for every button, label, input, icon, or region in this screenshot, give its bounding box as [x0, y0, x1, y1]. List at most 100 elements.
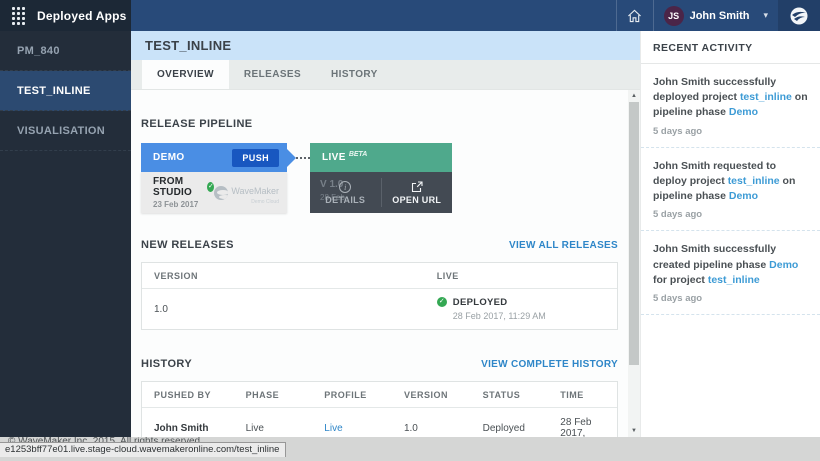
section-title: RELEASE PIPELINE: [141, 118, 253, 130]
section-title: HISTORY: [141, 358, 192, 370]
activity-phase-link[interactable]: Demo: [729, 190, 758, 202]
topbar-right-cluster: JS John Smith ▾: [616, 0, 820, 31]
live-phase-header: LIVE BETA: [310, 143, 452, 172]
activity-project-link[interactable]: test_inline: [728, 175, 780, 187]
column-header-version: VERSION: [142, 271, 425, 281]
open-url-button[interactable]: OPEN URL: [382, 172, 453, 213]
open-url-icon: [411, 181, 423, 193]
activity-text: John Smith successfully deployed project…: [653, 75, 808, 121]
activity-phase-link[interactable]: Demo: [729, 106, 758, 118]
top-bar: Deployed Apps JS John Smith ▾: [0, 0, 820, 31]
main-content: TEST_INLINE OVERVIEW RELEASES HISTORY RE…: [131, 31, 640, 437]
activity-project-link[interactable]: test_inline: [740, 91, 792, 103]
recent-activity-panel: RECENT ACTIVITY John Smith successfully …: [640, 31, 820, 437]
brand-area: Deployed Apps: [0, 0, 131, 31]
activity-text-mid: for project: [653, 274, 708, 286]
info-icon: i: [339, 181, 351, 193]
activity-timestamp: 5 days ago: [653, 126, 808, 137]
column-header-time: TIME: [548, 390, 617, 400]
release-version: 1.0: [142, 304, 425, 315]
demo-phase-header: DEMO PUSH: [141, 143, 287, 172]
wavemaker-watermark: WaveMaker Demo Cloud: [214, 181, 279, 205]
section-title: NEW RELEASES: [141, 239, 234, 251]
history-status: Deployed: [471, 423, 549, 434]
details-label: DETAILS: [325, 195, 365, 205]
column-header-pushed-by: PUSHED BY: [142, 390, 234, 400]
bottom-strip: © WaveMaker Inc, 2015. All rights reserv…: [0, 437, 820, 461]
activity-phase-link[interactable]: Demo: [769, 259, 798, 271]
sidebar-item-label: VISUALISATION: [17, 125, 105, 137]
from-studio-label: FROM STUDIO: [153, 176, 202, 198]
column-header-profile: PROFILE: [312, 390, 392, 400]
vertical-scrollbar[interactable]: ▲ ▼: [628, 90, 640, 437]
release-pipeline: DEMO PUSH FROM STUDIO ✓ 23 Feb 2017: [141, 143, 628, 213]
table-header-row: VERSION LIVE: [142, 263, 617, 289]
user-menu[interactable]: JS John Smith ▾: [654, 0, 778, 31]
scrollbar-thumb[interactable]: [629, 102, 639, 365]
column-header-version: VERSION: [392, 390, 471, 400]
sidebar-item-label: PM_840: [17, 45, 60, 57]
sidebar: PM_840 TEST_INLINE VISUALISATION: [0, 31, 131, 437]
activity-text: John Smith successfully created pipeline…: [653, 242, 808, 288]
activity-project-link[interactable]: test_inline: [708, 274, 760, 286]
app-title: Deployed Apps: [37, 9, 127, 23]
wavemaker-logo-icon: [778, 0, 820, 31]
watermark-name: WaveMaker: [231, 186, 279, 196]
open-url-label: OPEN URL: [392, 195, 441, 205]
release-live-status: ✓ DEPLOYED 28 Feb 2017, 11:29 AM: [425, 297, 617, 321]
recent-activity-title: RECENT ACTIVITY: [641, 31, 820, 64]
sidebar-item-pm-840[interactable]: PM_840: [0, 31, 131, 71]
deployed-label: DEPLOYED: [453, 297, 546, 308]
new-releases-header: NEW RELEASES VIEW ALL RELEASES: [141, 239, 618, 251]
table-row: John Smith Live Live 1.0 Deployed 28 Feb…: [142, 408, 617, 437]
history-profile-link[interactable]: Live: [312, 423, 392, 434]
new-releases-table: VERSION LIVE 1.0 ✓ DEPLOYED 28 Feb 2017,…: [141, 262, 618, 330]
view-complete-history-link[interactable]: VIEW COMPLETE HISTORY: [481, 359, 618, 370]
demo-deploy-date: 23 Feb 2017: [153, 200, 214, 209]
history-table: PUSHED BY PHASE PROFILE VERSION STATUS T…: [141, 381, 618, 437]
live-phase-body: V 1.0 28 Feb i DETAILS OPEN URL: [310, 172, 452, 213]
history-pushed-by: John Smith: [142, 423, 234, 434]
activity-item: John Smith requested to deploy project t…: [641, 148, 820, 232]
phase-name: DEMO: [153, 152, 185, 163]
tab-bar: OVERVIEW RELEASES HISTORY: [131, 60, 640, 90]
demo-phase-card: DEMO PUSH FROM STUDIO ✓ 23 Feb 2017: [141, 143, 287, 213]
table-header-row: PUSHED BY PHASE PROFILE VERSION STATUS T…: [142, 382, 617, 408]
chevron-down-icon: ▾: [763, 10, 768, 21]
scroll-up-icon[interactable]: ▲: [628, 90, 640, 102]
page-title: TEST_INLINE: [131, 31, 640, 60]
phase-name: LIVE: [322, 152, 346, 163]
sidebar-item-test-inline[interactable]: TEST_INLINE: [0, 71, 131, 111]
user-name: John Smith: [690, 10, 750, 22]
deployed-time: 28 Feb 2017, 11:29 AM: [453, 311, 546, 321]
history-time: 28 Feb 2017,: [548, 417, 617, 437]
overview-panel: RELEASE PIPELINE DEMO PUSH FROM STUDIO ✓: [131, 90, 628, 437]
live-phase-card: LIVE BETA V 1.0 28 Feb i DETAILS: [310, 143, 452, 213]
view-all-releases-link[interactable]: VIEW ALL RELEASES: [509, 240, 618, 251]
wavemaker-swirl-icon: [214, 186, 228, 200]
push-button[interactable]: PUSH: [232, 149, 279, 167]
details-button[interactable]: i DETAILS: [310, 172, 381, 213]
tab-history[interactable]: HISTORY: [316, 60, 393, 89]
sidebar-item-visualisation[interactable]: VISUALISATION: [0, 111, 131, 151]
activity-item: John Smith successfully deployed project…: [641, 64, 820, 148]
column-header-status: STATUS: [471, 390, 549, 400]
watermark-sub: Demo Cloud: [231, 199, 279, 205]
demo-phase-body: FROM STUDIO ✓ 23 Feb 2017 WaveMaker Demo…: [141, 172, 287, 213]
history-header: HISTORY VIEW COMPLETE HISTORY: [141, 358, 618, 370]
column-header-live: LIVE: [425, 271, 617, 281]
activity-timestamp: 5 days ago: [653, 293, 808, 304]
apps-grid-icon[interactable]: [12, 7, 25, 25]
home-icon[interactable]: [617, 0, 653, 31]
activity-text-pre: John Smith successfully created pipeline…: [653, 243, 776, 270]
success-check-icon: ✓: [207, 182, 214, 192]
history-phase: Live: [234, 423, 313, 434]
activity-item: John Smith successfully created pipeline…: [641, 231, 820, 315]
sidebar-item-label: TEST_INLINE: [17, 85, 91, 97]
release-pipeline-header: RELEASE PIPELINE: [141, 118, 618, 130]
column-header-phase: PHASE: [234, 390, 313, 400]
scroll-down-icon[interactable]: ▼: [628, 425, 640, 437]
tab-releases[interactable]: RELEASES: [229, 60, 316, 89]
beta-tag: BETA: [349, 151, 368, 158]
tab-overview[interactable]: OVERVIEW: [142, 60, 229, 89]
